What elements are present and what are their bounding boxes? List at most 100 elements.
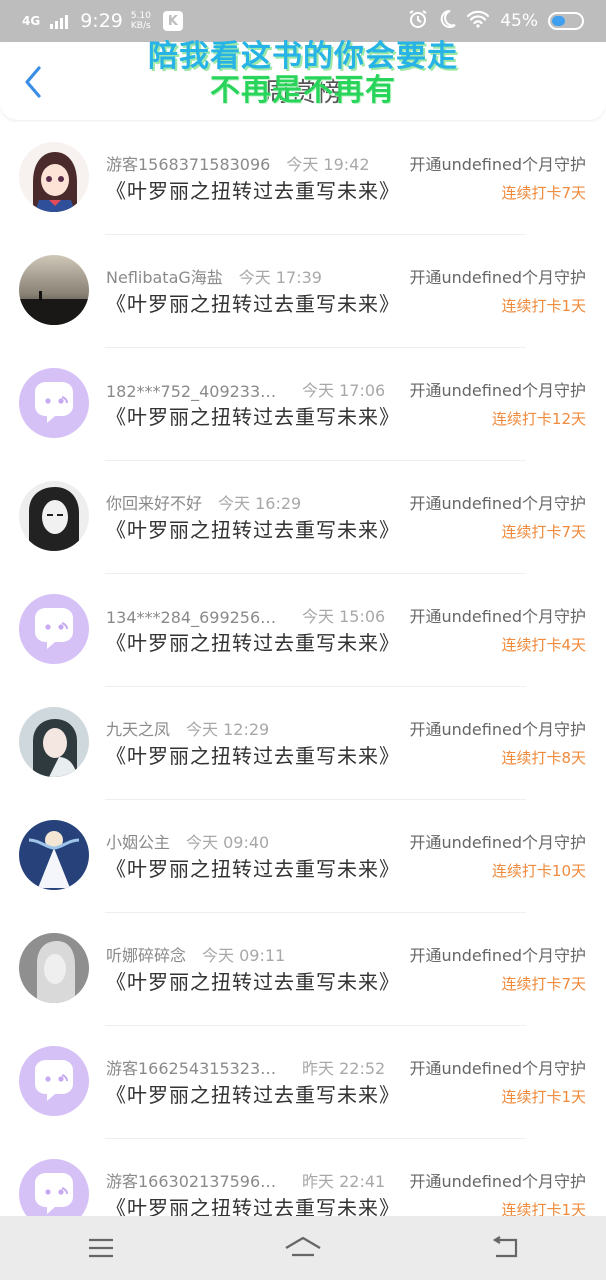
- timestamp: 今天 09:40: [186, 833, 270, 852]
- guard-status: 开通undefined个月守护: [409, 268, 586, 287]
- list-item[interactable]: 听娜碎碎念 今天 09:11 开通undefined个月守护 《叶罗丽之扭转过去重写未…: [0, 913, 606, 1026]
- timestamp: 今天 17:06: [302, 381, 386, 400]
- avatar[interactable]: [19, 142, 89, 212]
- net-speed-value: 5.10: [130, 11, 151, 21]
- list-item[interactable]: NeflibataG海盐 今天 17:39 开通undefined个月守护 《叶罗丽之…: [0, 235, 606, 348]
- guard-status: 开通undefined个月守护: [409, 607, 586, 626]
- username: 小姻公主: [106, 833, 171, 852]
- checkin-streak: 连续打卡12天: [491, 410, 586, 428]
- book-title[interactable]: 《叶罗丽之扭转过去重写未来》: [106, 966, 400, 995]
- list-item[interactable]: 134***284_699256053 今天 15:06 开通undefined个月…: [0, 574, 606, 687]
- app-notification-icon: K: [162, 11, 183, 31]
- status-bar: 4G 9:29 5.10 KB/s K 45%: [0, 0, 606, 42]
- book-title[interactable]: 《叶罗丽之扭转过去重写未来》: [106, 514, 400, 543]
- avatar[interactable]: [19, 933, 89, 1003]
- list-item[interactable]: 182***752_409233850 今天 17:06 开通undefined个月…: [0, 348, 606, 461]
- avatar[interactable]: [19, 594, 89, 664]
- guard-status: 开通undefined个月守护: [409, 833, 586, 852]
- checkin-streak: 连续打卡7天: [501, 523, 586, 541]
- username: 游客1662543153236…: [106, 1059, 286, 1078]
- home-icon: [285, 1236, 321, 1257]
- system-nav-bar: [0, 1216, 606, 1280]
- list-item[interactable]: 小姻公主 今天 09:40 开通undefined个月守护 《叶罗丽之扭转过去重写未来…: [0, 800, 606, 913]
- checkin-streak: 连续打卡4天: [501, 636, 586, 654]
- menu-button[interactable]: [71, 1226, 131, 1270]
- book-title[interactable]: 《叶罗丽之扭转过去重写未来》: [106, 175, 400, 204]
- wifi-icon: [466, 10, 490, 33]
- row-meta: 134***284_699256053 今天 15:06: [106, 603, 385, 627]
- menu-icon: [89, 1238, 113, 1258]
- timestamp: 昨天 22:52: [302, 1059, 386, 1078]
- row-meta: 小姻公主 今天 09:40: [106, 829, 269, 853]
- book-title[interactable]: 《叶罗丽之扭转过去重写未来》: [106, 627, 400, 656]
- guard-status: 开通undefined个月守护: [409, 381, 586, 400]
- guard-status: 开通undefined个月守护: [409, 494, 586, 513]
- net-speed-unit: KB/s: [130, 21, 151, 31]
- list-item[interactable]: 游客1568371583096 今天 19:42 开通undefined个月守护 《叶…: [0, 122, 606, 235]
- list-item[interactable]: 你回来好不好 今天 16:29 开通undefined个月守护 《叶罗丽之扭转过去重写…: [0, 461, 606, 574]
- avatar[interactable]: [19, 255, 89, 325]
- back-icon: [492, 1236, 518, 1258]
- avatar[interactable]: [19, 707, 89, 777]
- app-header: 周赏榜 陪我看这书的你会要走 不再是不再有: [0, 39, 606, 120]
- status-left: 4G 9:29 5.10 KB/s K: [22, 10, 183, 32]
- alarm-icon: [408, 9, 428, 34]
- list-item[interactable]: 九天之凤 今天 12:29 开通undefined个月守护 《叶罗丽之扭转过去重写未来…: [0, 687, 606, 800]
- row-meta: 182***752_409233850 今天 17:06: [106, 377, 385, 401]
- timestamp: 今天 12:29: [186, 720, 270, 739]
- row-meta: 九天之凤 今天 12:29: [106, 716, 269, 740]
- row-meta: NeflibataG海盐 今天 17:39: [106, 264, 322, 288]
- timestamp: 今天 09:11: [202, 946, 286, 965]
- username: 你回来好不好: [106, 494, 203, 513]
- checkin-streak: 连续打卡1天: [501, 1088, 586, 1106]
- moon-icon: [438, 9, 456, 34]
- book-title[interactable]: 《叶罗丽之扭转过去重写未来》: [106, 853, 400, 882]
- guard-status: 开通undefined个月守护: [409, 1059, 586, 1078]
- list-item[interactable]: 游客1663021375961… 昨天 22:41 开通undefined个月守护《…: [0, 1139, 606, 1216]
- clock: 9:29: [80, 10, 123, 32]
- timestamp: 昨天 22:41: [302, 1172, 386, 1191]
- home-button[interactable]: [273, 1226, 333, 1270]
- checkin-list[interactable]: 游客1568371583096 今天 19:42 开通undefined个月守护 《叶…: [0, 122, 606, 1216]
- guard-status: 开通undefined个月守护: [409, 1172, 586, 1191]
- timestamp: 今天 19:42: [286, 155, 370, 174]
- username: 九天之凤: [106, 720, 171, 739]
- row-meta: 游客1662543153236… 昨天 22:52: [106, 1055, 385, 1079]
- guard-status: 开通undefined个月守护: [409, 946, 586, 965]
- row-meta: 你回来好不好 今天 16:29: [106, 490, 301, 514]
- network-type: 4G: [22, 14, 41, 28]
- checkin-streak: 连续打卡1天: [501, 297, 586, 315]
- banner-line-1: 陪我看这书的你会要走: [148, 39, 458, 74]
- checkin-streak: 连续打卡7天: [501, 184, 586, 202]
- row-meta: 听娜碎碎念 今天 09:11: [106, 942, 285, 966]
- list-item[interactable]: 游客1662543153236… 昨天 22:52 开通undefined个月守护《…: [0, 1026, 606, 1139]
- row-meta: 游客1568371583096 今天 19:42: [106, 151, 370, 175]
- timestamp: 今天 16:29: [218, 494, 302, 513]
- avatar[interactable]: [19, 1159, 89, 1216]
- guard-status: 开通undefined个月守护: [409, 155, 586, 174]
- net-speed: 5.10 KB/s: [131, 11, 151, 31]
- book-title[interactable]: 《叶罗丽之扭转过去重写未来》: [106, 1079, 400, 1108]
- book-title[interactable]: 《叶罗丽之扭转过去重写未来》: [106, 1192, 400, 1216]
- username: 游客1663021375961…: [106, 1172, 286, 1191]
- back-nav-button[interactable]: [475, 1226, 535, 1270]
- book-title[interactable]: 《叶罗丽之扭转过去重写未来》: [106, 401, 400, 430]
- book-title[interactable]: 《叶罗丽之扭转过去重写未来》: [106, 740, 400, 769]
- username: 182***752_409233850: [106, 382, 286, 401]
- checkin-streak: 连续打卡7天: [501, 975, 586, 993]
- checkin-streak: 连续打卡8天: [501, 749, 586, 767]
- avatar[interactable]: [19, 1046, 89, 1116]
- guard-status: 开通undefined个月守护: [409, 720, 586, 739]
- status-right: 45%: [408, 9, 584, 34]
- username: 游客1568371583096: [106, 155, 271, 174]
- row-meta: 游客1663021375961… 昨天 22:41: [106, 1168, 385, 1192]
- username: 听娜碎碎念: [106, 946, 187, 965]
- checkin-streak: 连续打卡1天: [501, 1201, 586, 1216]
- timestamp: 今天 15:06: [302, 607, 386, 626]
- avatar[interactable]: [19, 481, 89, 551]
- avatar[interactable]: [19, 820, 89, 890]
- avatar[interactable]: [19, 368, 89, 438]
- checkin-streak: 连续打卡10天: [491, 862, 586, 880]
- book-title[interactable]: 《叶罗丽之扭转过去重写未来》: [106, 288, 400, 317]
- battery-icon: [548, 12, 584, 30]
